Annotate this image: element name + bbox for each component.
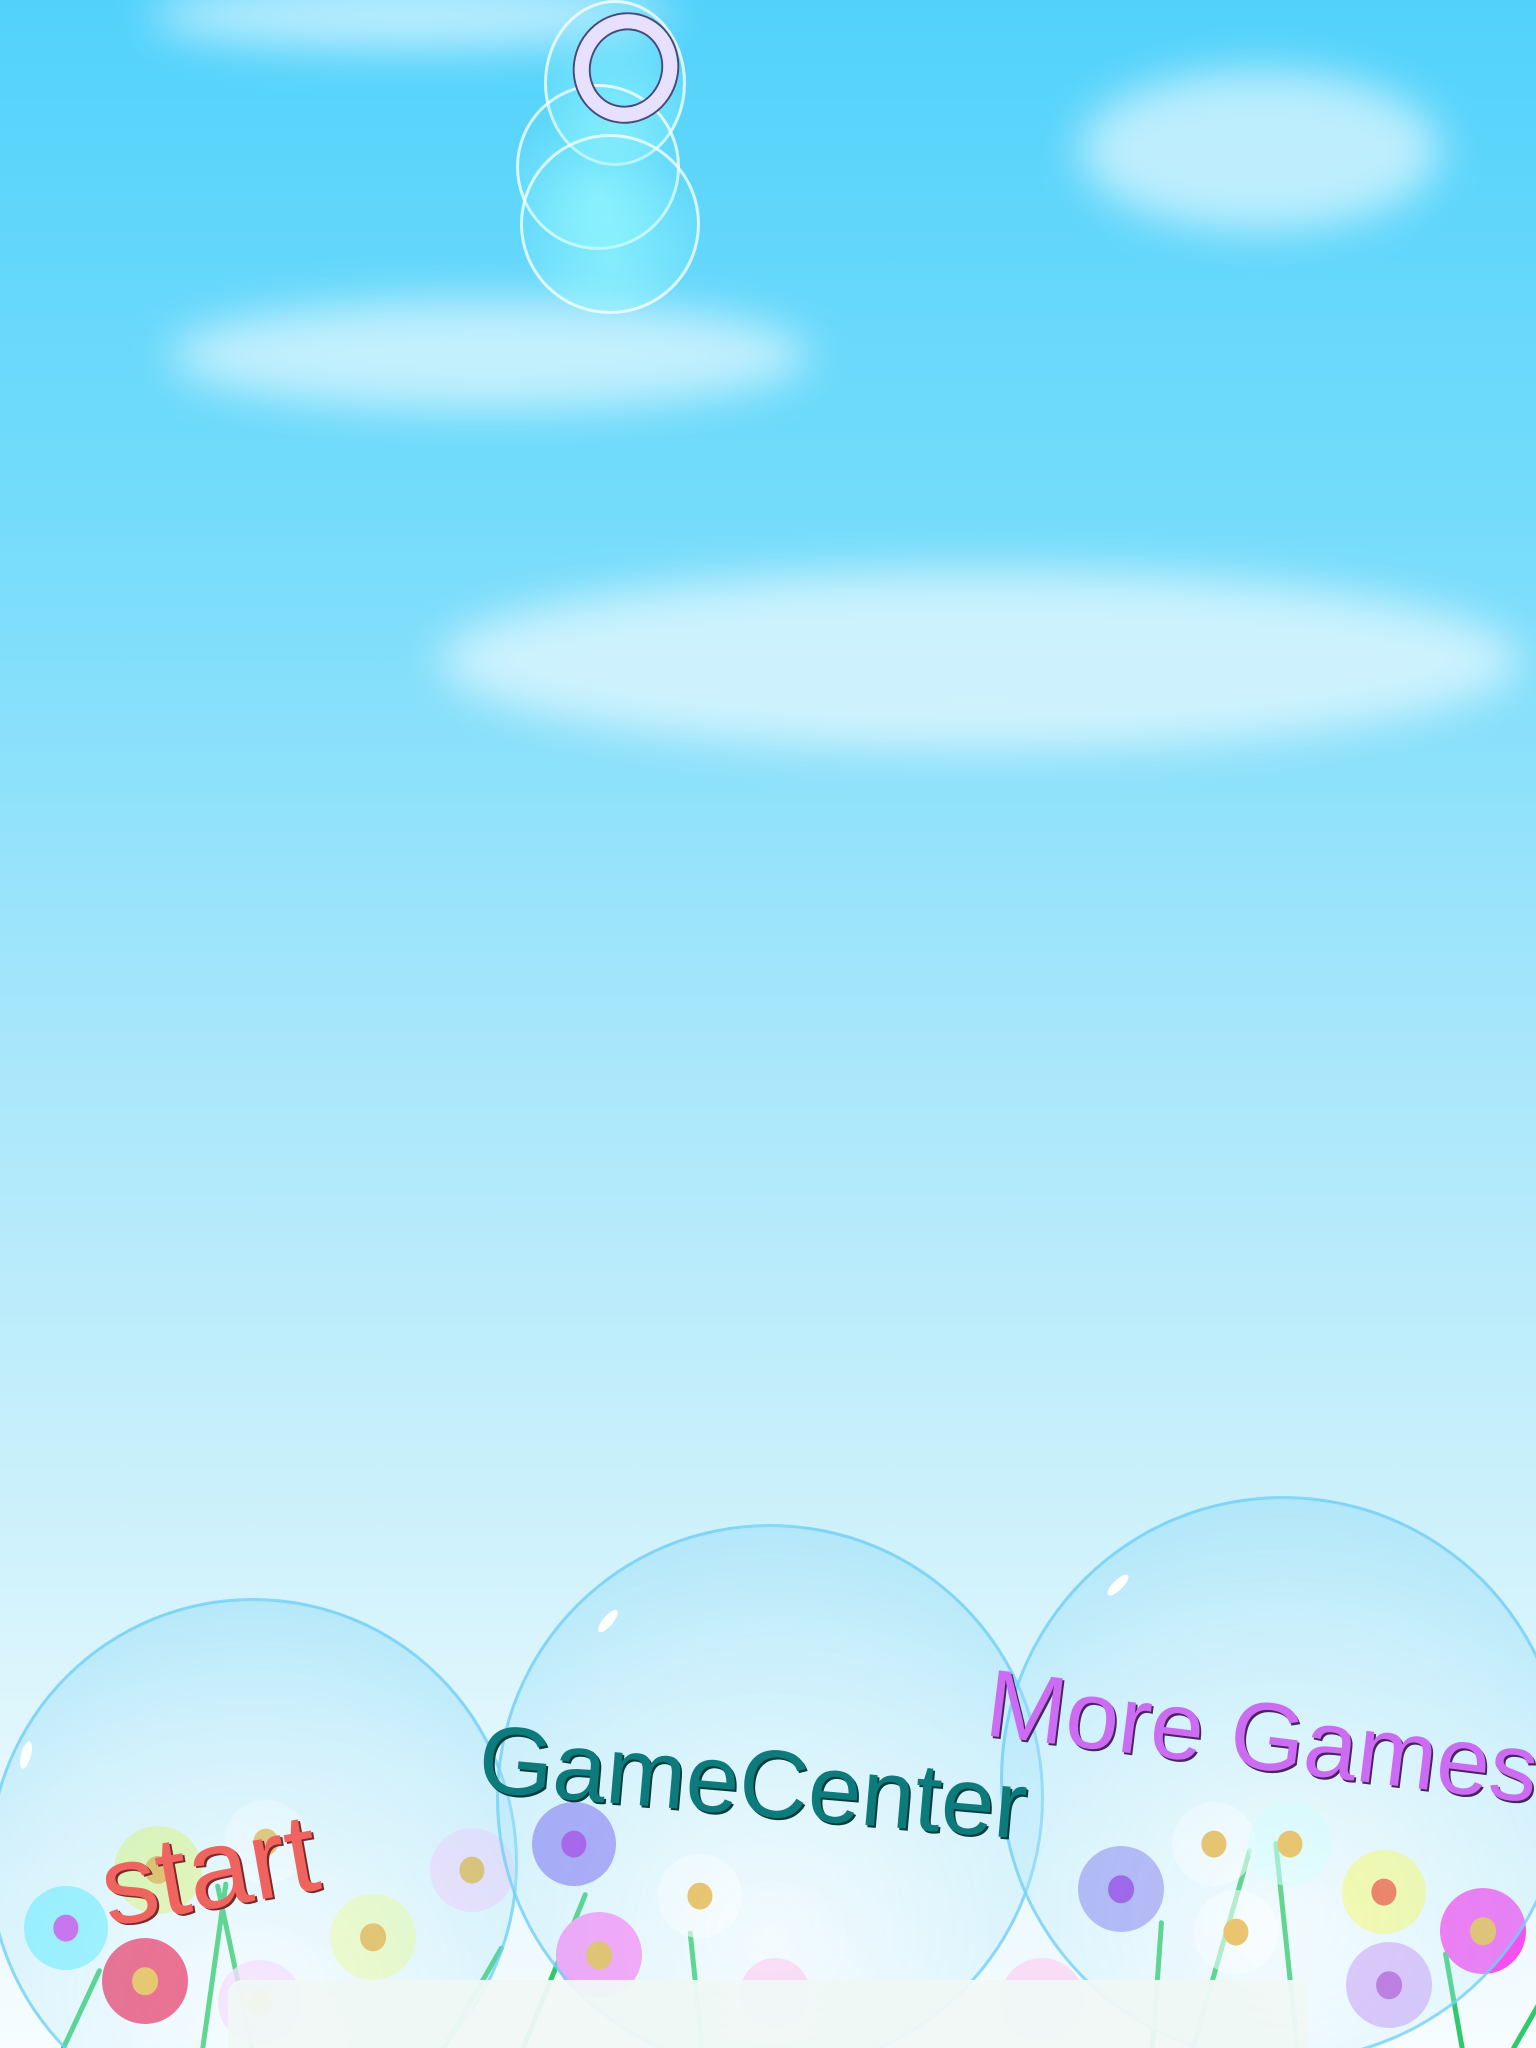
bubble-glint xyxy=(595,1607,621,1635)
flower-stem xyxy=(1510,1962,1536,2048)
game-scene: start GameCenter More Games xyxy=(0,0,1536,2048)
cloud-top-right xyxy=(1080,70,1440,230)
floating-bubble[interactable] xyxy=(520,134,700,314)
bottom-banner-panel xyxy=(228,1980,1308,2048)
bubble-glint xyxy=(17,1740,35,1770)
bubble-glint xyxy=(1104,1571,1132,1599)
cloud-middle-wide xyxy=(440,570,1520,750)
cloud-middle-left xyxy=(170,300,810,410)
